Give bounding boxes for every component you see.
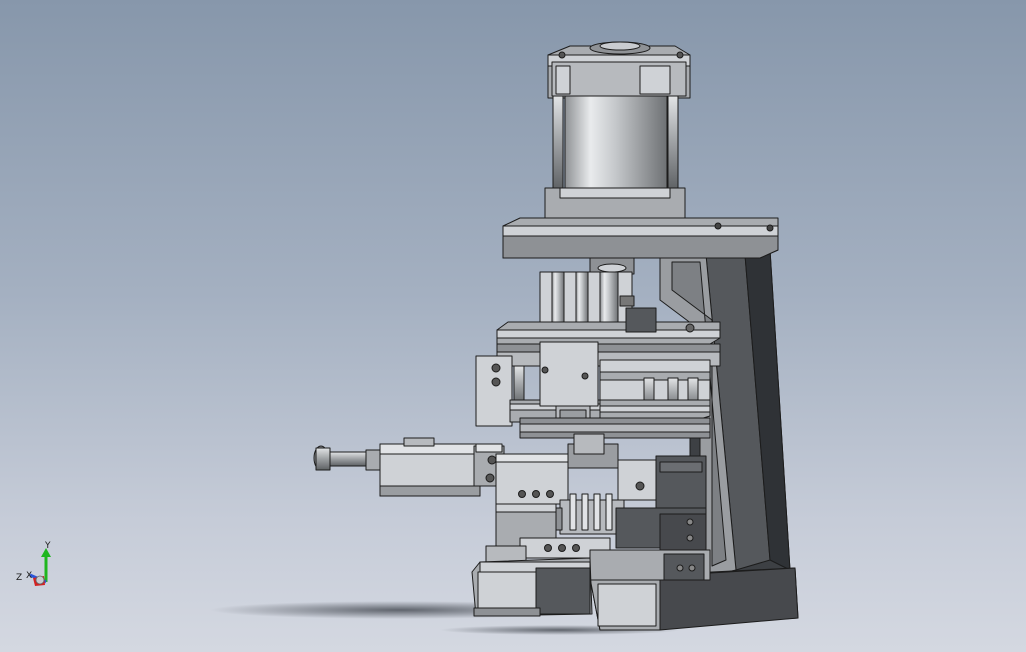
triad-origin (35, 575, 45, 585)
z-axis-label: Z (16, 573, 22, 583)
upper-punch-plate (496, 307, 721, 401)
axis-triad: Y Z X (16, 541, 51, 586)
cad-viewport[interactable]: Y Z X (0, 0, 1026, 652)
top-mounting-plate (502, 217, 779, 259)
terminal-comb (549, 493, 625, 535)
pneumatic-cylinder-horizontal (313, 437, 505, 497)
lower-frame-plate (589, 549, 711, 581)
pneumatic-cylinder-vertical (544, 41, 691, 233)
piston-coupling (539, 257, 635, 323)
y-axis-label: Y (44, 541, 51, 551)
assembly-model[interactable]: Y Z X (0, 0, 1026, 652)
x-axis-label: X (26, 571, 32, 581)
front-bottom-block (471, 557, 593, 617)
